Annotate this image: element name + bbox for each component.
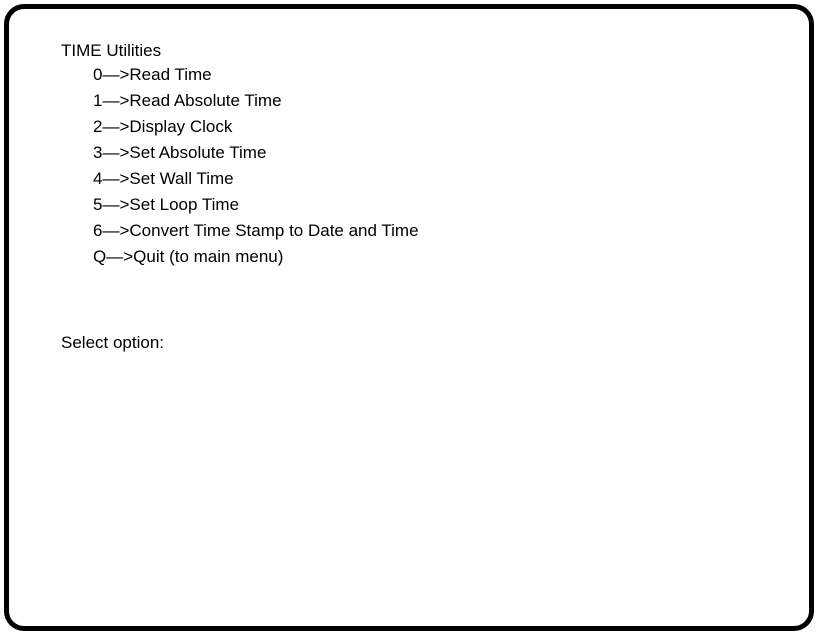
menu-option-set-absolute-time[interactable]: 3—>Set Absolute Time	[93, 143, 419, 163]
menu-option-quit[interactable]: Q—>Quit (to main menu)	[93, 247, 419, 267]
menu-option-read-absolute-time[interactable]: 1—>Read Absolute Time	[93, 91, 419, 111]
menu-option-label: Set Absolute Time	[129, 143, 267, 162]
menu-option-read-time[interactable]: 0—>Read Time	[93, 65, 419, 85]
menu-option-label: Display Clock	[129, 117, 233, 136]
terminal-screen: TIME Utilities 0—>Read Time 1—>Read Abso…	[4, 4, 814, 631]
menu-option-display-clock[interactable]: 2—>Display Clock	[93, 117, 419, 137]
menu-option-label: Quit (to main menu)	[133, 247, 284, 266]
menu-option-arrow: —>	[102, 117, 130, 136]
select-option-prompt: Select option:	[61, 333, 231, 353]
menu-option-convert-time-stamp[interactable]: 6—>Convert Time Stamp to Date and Time	[93, 221, 419, 241]
menu-option-label: Convert Time Stamp to Date and Time	[129, 221, 419, 240]
menu-options-list: 0—>Read Time 1—>Read Absolute Time 2—>Di…	[93, 65, 419, 273]
select-option-input[interactable]	[170, 333, 231, 353]
menu-option-label: Read Time	[129, 65, 212, 84]
menu-option-label: Set Wall Time	[129, 169, 234, 188]
menu-title: TIME Utilities	[61, 41, 162, 60]
menu-option-arrow: —>	[102, 195, 130, 214]
menu-option-arrow: —>	[102, 221, 130, 240]
menu-option-key: Q	[93, 247, 107, 266]
menu-option-set-loop-time[interactable]: 5—>Set Loop Time	[93, 195, 419, 215]
menu-option-set-wall-time[interactable]: 4—>Set Wall Time	[93, 169, 419, 189]
menu-option-arrow: —>	[102, 169, 130, 188]
select-option-label: Select option:	[61, 333, 165, 352]
menu-option-arrow: —>	[102, 65, 130, 84]
menu-option-label: Set Loop Time	[129, 195, 240, 214]
menu-option-arrow: —>	[102, 91, 130, 110]
menu-option-arrow: —>	[106, 247, 134, 266]
menu-option-arrow: —>	[102, 143, 130, 162]
menu-option-label: Read Absolute Time	[129, 91, 282, 110]
